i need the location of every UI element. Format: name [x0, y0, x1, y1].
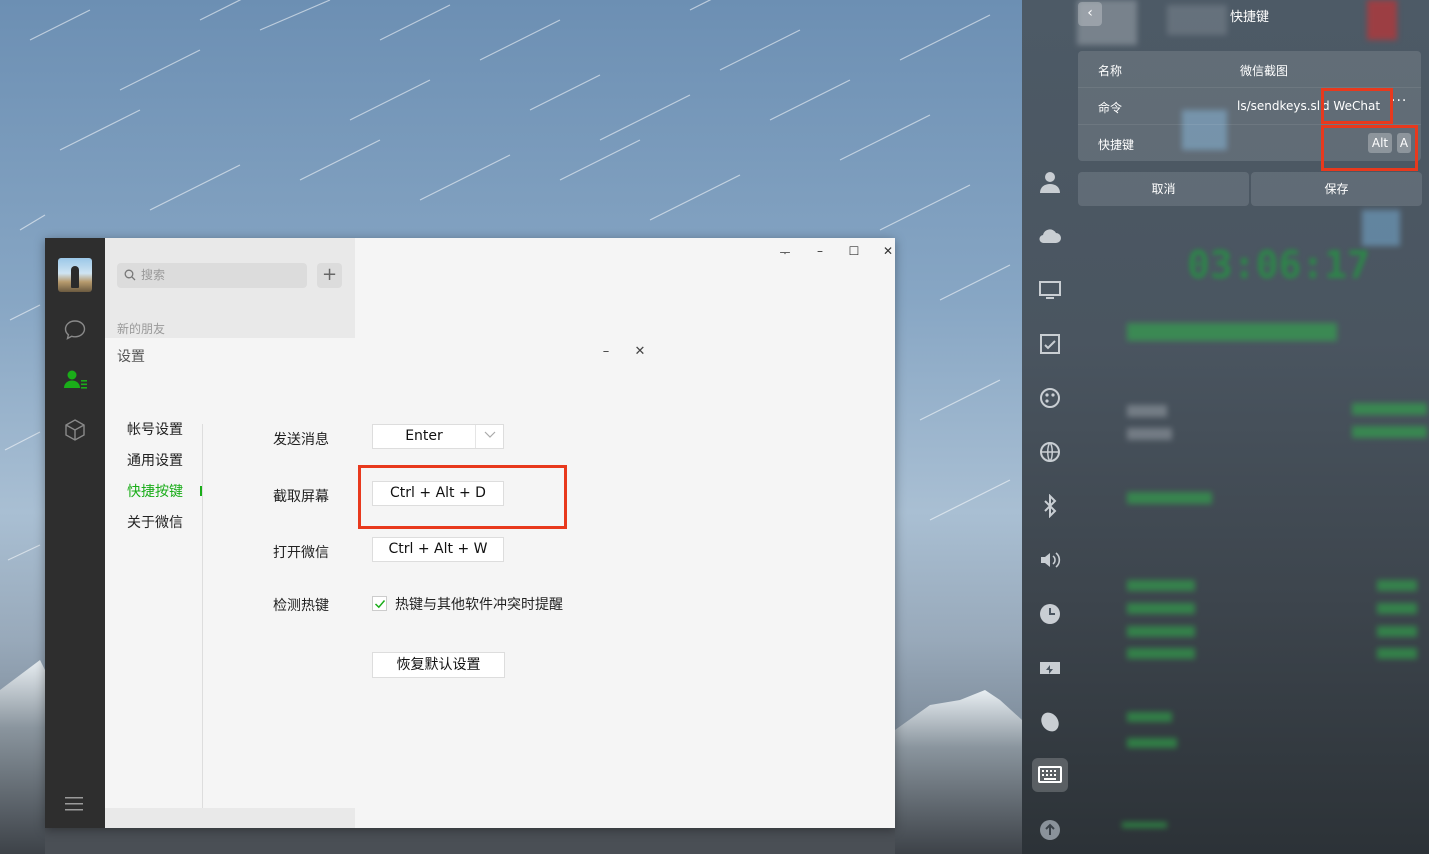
name-row[interactable]: 名称 微信截图 — [1078, 51, 1421, 88]
keyboard-nav-item[interactable] — [1032, 758, 1068, 792]
command-value[interactable]: ls/sendkeys.sl — [1237, 99, 1320, 113]
screenshot-highlight-box — [358, 465, 567, 529]
menu-item-account[interactable]: 帐号设置 — [127, 420, 183, 451]
wechat-nav-sidebar — [45, 238, 105, 828]
hotkey-conflict-option[interactable]: 热键与其他软件冲突时提醒 — [372, 594, 563, 614]
name-label: 名称 — [1098, 64, 1123, 78]
settings-dialog: 设置 – ✕ 帐号设置 通用设置 快捷按键 关于微信 发送消息 Enter 截取… — [105, 338, 658, 808]
more-icon[interactable]: ··· — [1391, 93, 1407, 109]
search-icon — [124, 269, 136, 281]
panel-title: 快捷键 — [1230, 10, 1270, 25]
restore-defaults-button[interactable]: 恢复默认设置 — [372, 652, 505, 678]
network-icon[interactable] — [1038, 440, 1062, 464]
send-message-value: Enter — [405, 428, 443, 444]
hotkey-conflict-text: 热键与其他软件冲突时提醒 — [395, 597, 563, 613]
shortcut-highlight-box — [1321, 125, 1418, 171]
power-icon[interactable] — [1038, 656, 1062, 680]
mouse-icon[interactable] — [1038, 710, 1062, 734]
check-icon — [374, 600, 386, 609]
command-highlight-box — [1321, 88, 1393, 124]
command-label: 命令 — [1098, 101, 1123, 115]
chevron-down-icon[interactable] — [475, 425, 503, 448]
account-icon[interactable] — [1038, 170, 1062, 194]
sound-icon[interactable] — [1038, 548, 1062, 572]
control-center-panel: 03:06:17 ‹ 快捷键 名称 微信截图 命令 ls/sendkeys.sl… — [1022, 0, 1429, 854]
menu-item-shortcuts[interactable]: 快捷按键 — [127, 482, 183, 513]
new-friends-label[interactable]: 新的朋友 — [117, 320, 165, 337]
keyboard-icon — [1038, 766, 1062, 783]
menu-item-general[interactable]: 通用设置 — [127, 451, 183, 482]
screenshot-label: 截取屏幕 — [273, 489, 329, 505]
update-icon[interactable] — [1038, 818, 1062, 842]
send-message-label: 发送消息 — [273, 432, 329, 448]
back-button[interactable]: ‹ — [1078, 2, 1102, 26]
detect-hotkey-label: 检测热键 — [273, 598, 329, 614]
avatar[interactable] — [58, 258, 92, 292]
bluetooth-icon[interactable] — [1038, 493, 1062, 519]
clock-blurred: 03:06:17 — [1187, 243, 1371, 287]
minimize-button[interactable]: – — [810, 244, 830, 258]
chevron-left-icon: ‹ — [1087, 5, 1093, 21]
shortcut-label: 快捷键 — [1098, 138, 1135, 152]
hotkey-conflict-checkbox[interactable] — [372, 596, 387, 611]
search-placeholder: 搜索 — [141, 268, 166, 282]
cloud-icon[interactable] — [1038, 224, 1062, 248]
personalization-icon[interactable] — [1038, 386, 1062, 410]
close-button[interactable]: ✕ — [878, 244, 898, 258]
send-message-select[interactable]: Enter — [372, 424, 504, 449]
maximize-button[interactable]: ☐ — [844, 244, 864, 258]
settings-divider — [202, 424, 203, 808]
settings-menu: 帐号设置 通用设置 快捷按键 关于微信 — [127, 420, 183, 544]
display-icon[interactable] — [1038, 278, 1062, 302]
settings-close-button[interactable]: ✕ — [631, 344, 649, 359]
settings-title: 设置 — [117, 349, 145, 365]
add-button[interactable]: + — [317, 263, 342, 288]
default-apps-icon[interactable] — [1038, 332, 1062, 356]
name-value[interactable]: 微信截图 — [1240, 62, 1288, 79]
settings-minimize-button[interactable]: – — [597, 344, 615, 359]
clock-icon[interactable] — [1038, 602, 1062, 626]
cancel-button[interactable]: 取消 — [1078, 172, 1249, 206]
search-input[interactable]: 搜索 — [117, 263, 307, 288]
save-button[interactable]: 保存 — [1251, 172, 1422, 206]
menu-item-about[interactable]: 关于微信 — [127, 513, 183, 544]
pin-button[interactable]: ᅮ — [775, 244, 795, 261]
menu-icon[interactable] — [65, 796, 85, 815]
contacts-icon[interactable] — [63, 368, 87, 392]
open-wechat-hotkey-input[interactable]: Ctrl + Alt + W — [372, 537, 504, 562]
chat-icon[interactable] — [63, 318, 87, 342]
cube-icon[interactable] — [63, 418, 87, 442]
open-wechat-label: 打开微信 — [273, 545, 329, 561]
